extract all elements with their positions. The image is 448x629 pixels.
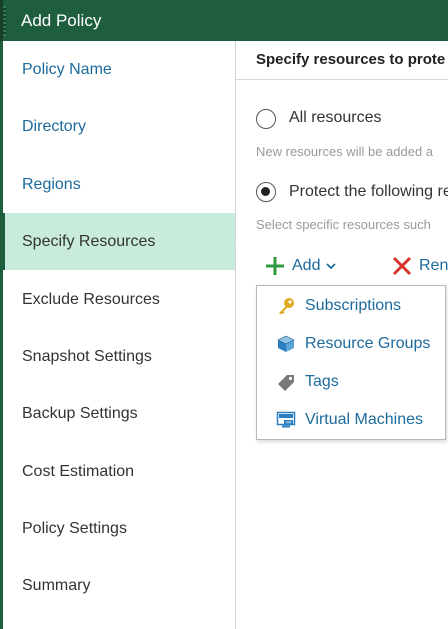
- sidebar-item-label: Cost Estimation: [22, 463, 135, 480]
- svg-text:VM: VM: [286, 420, 292, 424]
- vm-icon: VM: [276, 411, 296, 428]
- protect-following-radio[interactable]: [256, 182, 276, 202]
- sidebar-item-label: Regions: [22, 176, 81, 193]
- menu-item-virtual-machines[interactable]: VM Virtual Machines: [257, 401, 445, 439]
- add-dropdown-menu: Subscriptions Resource Groups Tags VM Vi…: [256, 285, 446, 440]
- sidebar-item-policy-name[interactable]: Policy Name: [3, 41, 235, 98]
- title-bar: Add Policy: [0, 0, 448, 41]
- sidebar-item-backup-settings[interactable]: Backup Settings: [3, 385, 235, 442]
- section-heading: Specify resources to prote: [256, 51, 446, 68]
- menu-item-label: Tags: [305, 373, 339, 390]
- plus-icon: [266, 257, 284, 275]
- key-icon: [279, 298, 294, 315]
- menu-item-label: Resource Groups: [305, 335, 431, 352]
- wizard-steps-sidebar: Policy Name Directory Regions Specify Re…: [0, 41, 244, 629]
- sidebar-item-specify-resources[interactable]: Specify Resources: [0, 213, 244, 270]
- sidebar-item-policy-settings[interactable]: Policy Settings: [3, 500, 235, 557]
- sidebar-item-label: Policy Name: [22, 61, 112, 78]
- sidebar-item-label: Snapshot Settings: [22, 348, 152, 365]
- add-button-label: Add: [292, 257, 321, 274]
- sidebar-item-label: Directory: [22, 118, 87, 135]
- sidebar-item-regions[interactable]: Regions: [3, 156, 235, 213]
- sidebar-item-exclude-resources[interactable]: Exclude Resources: [3, 271, 235, 328]
- menu-item-tags[interactable]: Tags: [257, 363, 445, 401]
- sidebar-item-directory[interactable]: Directory: [3, 98, 235, 155]
- add-policy-window: Add Policy Policy Name Directory Regions…: [0, 0, 448, 629]
- sidebar-item-cost-estimation[interactable]: Cost Estimation: [3, 443, 235, 500]
- protect-following-label[interactable]: Protect the following re: [289, 183, 448, 201]
- protect-following-hint: Select specific resources such: [256, 217, 431, 232]
- tag-icon: [278, 375, 294, 391]
- sidebar-item-label: Policy Settings: [22, 520, 127, 537]
- window-title: Add Policy: [21, 11, 102, 30]
- add-button[interactable]: Add: [264, 254, 337, 278]
- menu-item-label: Virtual Machines: [305, 411, 423, 428]
- resize-grip[interactable]: [3, 6, 6, 36]
- sidebar-item-label: Summary: [22, 577, 91, 594]
- all-resources-hint: New resources will be added a: [256, 144, 434, 159]
- all-resources-label[interactable]: All resources: [289, 109, 381, 127]
- heading-divider: [236, 79, 448, 80]
- x-icon: [392, 256, 412, 276]
- radio-selected-dot: [261, 187, 270, 196]
- sidebar-item-summary[interactable]: Summary: [3, 557, 235, 614]
- sidebar-item-label: Exclude Resources: [22, 291, 160, 308]
- chevron-down-icon: [326, 263, 337, 270]
- cube-icon: [277, 335, 295, 352]
- menu-item-subscriptions[interactable]: Subscriptions: [257, 287, 445, 325]
- all-resources-radio[interactable]: [256, 109, 276, 129]
- sidebar-item-label: Backup Settings: [22, 405, 138, 422]
- menu-item-label: Subscriptions: [305, 297, 402, 314]
- menu-item-resource-groups[interactable]: Resource Groups: [257, 325, 445, 363]
- sidebar-item-snapshot-settings[interactable]: Snapshot Settings: [3, 328, 235, 385]
- sidebar-item-label: Specify Resources: [22, 233, 156, 250]
- remove-button-label: Ren: [419, 257, 448, 274]
- remove-button[interactable]: Ren: [391, 254, 448, 278]
